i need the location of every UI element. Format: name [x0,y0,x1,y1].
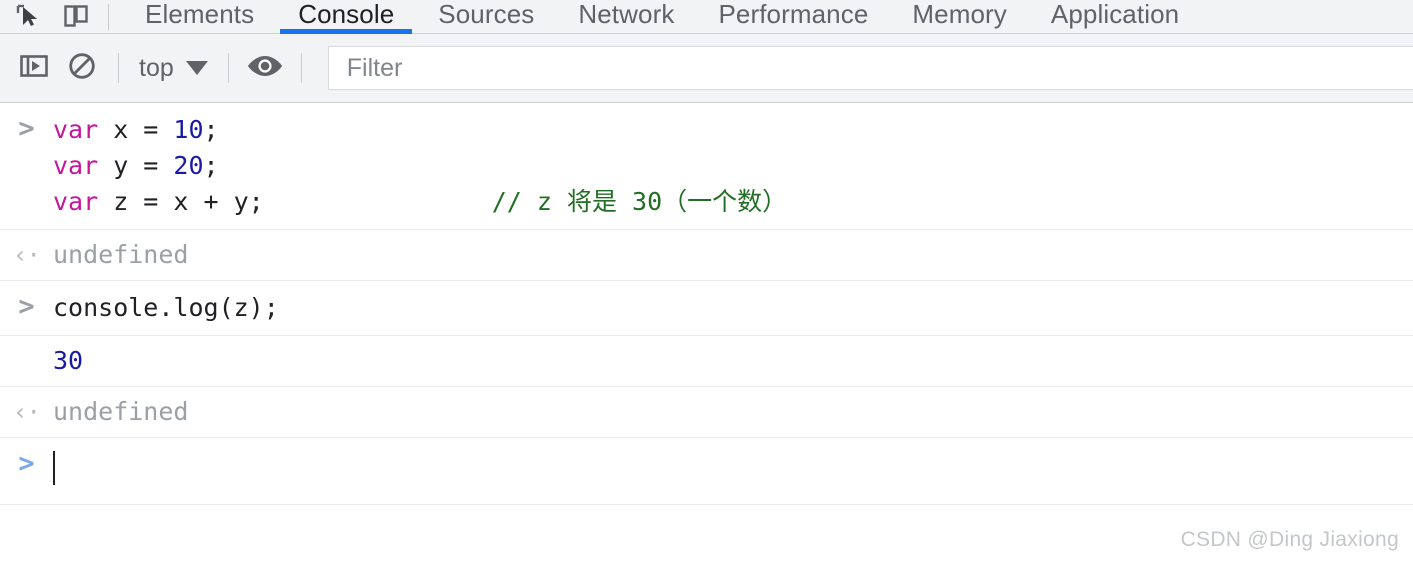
tab-label: Network [578,0,675,29]
console-gutter: > [0,288,53,322]
tab-application[interactable]: Application [1029,0,1201,33]
prompt-chevron-icon: > [18,291,35,322]
tab-memory[interactable]: Memory [890,0,1029,33]
filter-placeholder: Filter [346,53,403,82]
toolbar-divider-3 [300,53,302,83]
console-message-list: > var x = 10; var y = 20; var z = x + y;… [0,103,1413,566]
devtools-tool-icons [0,0,94,33]
console-result-value: undefined [53,397,189,426]
code-token-number: 20 [173,151,204,180]
code-token-comment: // z 将是 30（一个数） [491,187,788,216]
tab-sources[interactable]: Sources [416,0,556,33]
console-toolbar: top Filter [0,34,1413,103]
tab-label: Sources [438,0,535,29]
device-toolbar-icon[interactable] [62,2,90,30]
tab-label: Console [298,0,395,29]
code-token-plain: ; [203,151,219,180]
code-token-plain: ; [203,115,219,144]
code-token-plain: x = [98,115,174,144]
code-token-keyword: var [53,151,99,180]
console-gutter: ‹· [0,235,53,271]
devtools-tabs: Elements Console Sources Network Perform… [123,0,1201,34]
result-arrow-icon: ‹· [13,398,41,426]
console-active-prompt-row[interactable]: > [0,438,1413,505]
console-input-code: var x = 10; var y = 20; var z = x + y; //… [53,110,787,220]
inspect-element-icon[interactable] [14,2,42,30]
tab-label: Performance [718,0,869,29]
code-token-keyword: var [53,115,99,144]
live-expression-button[interactable] [241,44,289,92]
tab-console[interactable]: Console [276,0,416,34]
result-arrow-icon: ‹· [13,241,41,269]
console-input-code: console.log(z); [53,293,279,322]
console-gutter: > [0,110,53,144]
toolbar-divider-2 [227,53,229,83]
console-sidebar-toggle-button[interactable] [10,44,58,92]
tab-network[interactable]: Network [556,0,696,33]
code-token-number: 10 [173,115,204,144]
code-token-keyword: var [53,187,99,216]
console-result-value: undefined [53,240,189,269]
console-result-row: ‹· undefined [0,230,1413,281]
code-token-plain: y = [98,151,174,180]
console-gutter [0,341,53,345]
devtools-tabstrip: Elements Console Sources Network Perform… [0,0,1413,34]
tab-label: Elements [145,0,255,29]
console-result-row: ‹· undefined [0,387,1413,438]
tab-elements[interactable]: Elements [123,0,276,33]
execution-context-selector[interactable]: top [131,48,216,88]
prompt-chevron-icon: > [18,448,35,479]
toolbar-divider-1 [118,53,119,83]
show-console-sidebar-icon [17,49,51,88]
tab-label: Memory [912,0,1007,29]
prompt-chevron-icon: > [18,113,35,144]
filter-input[interactable]: Filter [327,46,1413,90]
console-output-value: 30 [53,346,84,375]
execution-context-label: top [139,53,174,82]
eye-icon [246,52,284,85]
watermark-label: CSDN @Ding Jiaxiong [1180,528,1399,551]
tab-label: Application [1050,0,1180,29]
code-token-plain: z = x + y; [98,187,264,216]
tabstrip-divider [108,4,109,30]
tab-performance[interactable]: Performance [696,0,890,33]
clear-console-icon [65,49,99,88]
console-input-row[interactable]: > var x = 10; var y = 20; var z = x + y;… [0,103,1413,230]
console-output-row: 30 [0,336,1413,387]
console-gutter: ‹· [0,392,53,428]
console-input-row[interactable]: > console.log(z); [0,281,1413,336]
console-prompt-input[interactable] [53,445,55,495]
chevron-down-icon [185,61,208,75]
devtools-panel: Elements Console Sources Network Perform… [0,0,1413,566]
clear-console-button[interactable] [58,44,106,92]
console-gutter: > [0,445,53,479]
text-cursor [53,451,55,485]
